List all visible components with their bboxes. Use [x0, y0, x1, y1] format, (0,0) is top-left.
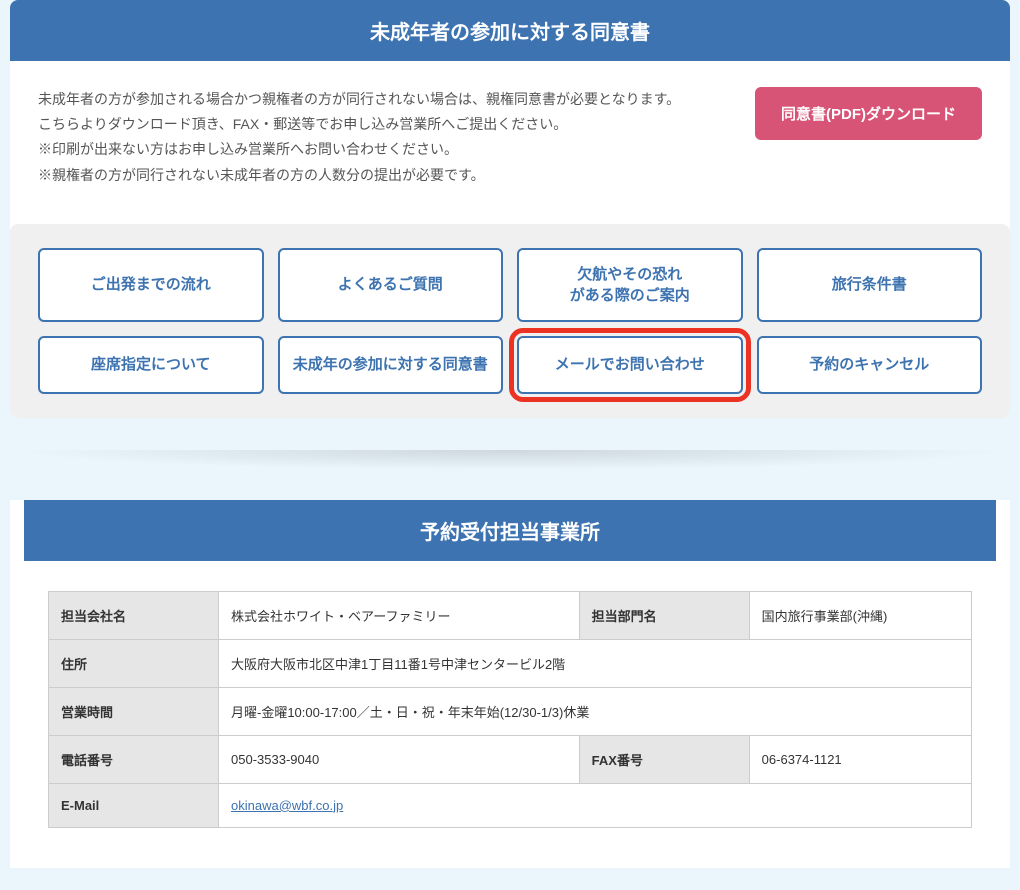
consent-line: こちらよりダウンロード頂き、FAX・郵送等でお申し込み営業所へご提出ください。	[38, 112, 725, 137]
email-link[interactable]: okinawa@wbf.co.jp	[231, 798, 343, 813]
value-fax: 06-6374-1121	[749, 735, 971, 783]
table-row: 担当会社名 株式会社ホワイト・ベアーファミリー 担当部門名 国内旅行事業部(沖縄…	[49, 591, 972, 639]
office-table: 担当会社名 株式会社ホワイト・ベアーファミリー 担当部門名 国内旅行事業部(沖縄…	[48, 591, 972, 828]
label-department: 担当部門名	[579, 591, 749, 639]
label-address: 住所	[49, 639, 219, 687]
shadow-divider	[10, 450, 1010, 470]
nav-email-inquiry[interactable]: メールでお問い合わせ	[517, 336, 743, 394]
download-pdf-button[interactable]: 同意書(PDF)ダウンロード	[755, 87, 982, 140]
label-email: E-Mail	[49, 783, 219, 827]
value-email: okinawa@wbf.co.jp	[219, 783, 972, 827]
consent-line: ※親権者の方が同行されない未成年者の方の人数分の提出が必要です。	[38, 163, 725, 188]
label-company: 担当会社名	[49, 591, 219, 639]
nav-flight-cancel-info[interactable]: 欠航やその恐れ がある際のご案内	[517, 248, 743, 322]
consent-line: 未成年者の方が参加される場合かつ親権者の方が同行されない場合は、親権同意書が必要…	[38, 87, 725, 112]
consent-line: ※印刷が出来ない方はお申し込み営業所へお問い合わせください。	[38, 137, 725, 162]
table-row: 営業時間 月曜-金曜10:00-17:00／土・日・祝・年末年始(12/30-1…	[49, 687, 972, 735]
value-address: 大阪府大阪市北区中津1丁目11番1号中津センタービル2階	[219, 639, 972, 687]
table-row: 電話番号 050-3533-9040 FAX番号 06-6374-1121	[49, 735, 972, 783]
value-department: 国内旅行事業部(沖縄)	[749, 591, 971, 639]
value-hours: 月曜-金曜10:00-17:00／土・日・祝・年末年始(12/30-1/3)休業	[219, 687, 972, 735]
value-company: 株式会社ホワイト・ベアーファミリー	[219, 591, 580, 639]
nav-seat-assignment[interactable]: 座席指定について	[38, 336, 264, 394]
nav-booking-cancel[interactable]: 予約のキャンセル	[757, 336, 983, 394]
nav-minor-consent[interactable]: 未成年の参加に対する同意書	[278, 336, 504, 394]
office-header: 予約受付担当事業所	[24, 500, 996, 561]
table-row: 住所 大阪府大阪市北区中津1丁目11番1号中津センタービル2階	[49, 639, 972, 687]
nav-section: ご出発までの流れ よくあるご質問 欠航やその恐れ がある際のご案内 旅行条件書 …	[10, 224, 1010, 418]
table-row: E-Mail okinawa@wbf.co.jp	[49, 783, 972, 827]
nav-faq[interactable]: よくあるご質問	[278, 248, 504, 322]
label-tel: 電話番号	[49, 735, 219, 783]
nav-travel-conditions[interactable]: 旅行条件書	[757, 248, 983, 322]
consent-header: 未成年者の参加に対する同意書	[10, 0, 1010, 61]
nav-departure-flow[interactable]: ご出発までの流れ	[38, 248, 264, 322]
label-fax: FAX番号	[579, 735, 749, 783]
value-tel: 050-3533-9040	[219, 735, 580, 783]
label-hours: 営業時間	[49, 687, 219, 735]
consent-text: 未成年者の方が参加される場合かつ親権者の方が同行されない場合は、親権同意書が必要…	[38, 87, 725, 188]
